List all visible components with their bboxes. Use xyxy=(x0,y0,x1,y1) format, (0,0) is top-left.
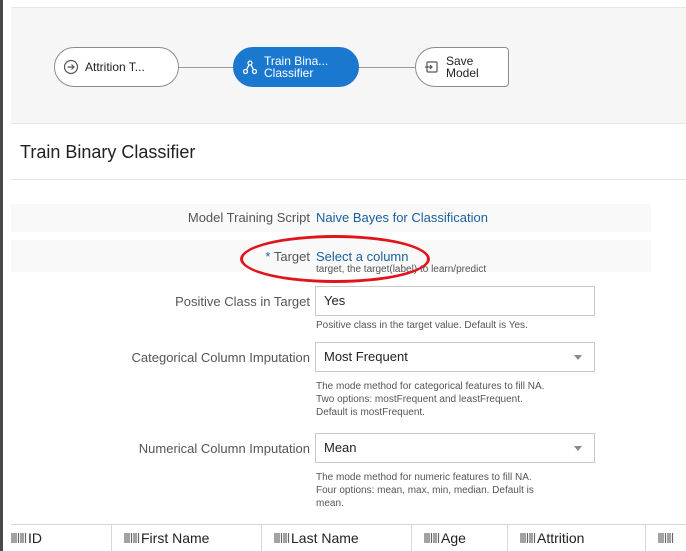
model-script-label: Model Training Script xyxy=(187,210,310,225)
barcode-column-icon xyxy=(520,533,536,543)
helper-line: The mode method for categorical features… xyxy=(316,381,545,392)
barcode-column-icon xyxy=(124,533,140,543)
categorical-imputation-helper: The mode method for categorical features… xyxy=(316,380,598,419)
positive-class-helper: Positive class in the target value. Defa… xyxy=(316,320,528,331)
window-edge xyxy=(0,0,3,551)
helper-line: Two options: mostFrequent and leastFrequ… xyxy=(316,394,523,405)
categorical-imputation-label: Categorical Column Imputation xyxy=(131,350,310,365)
flow-node-label-line2: Classifier xyxy=(264,66,314,80)
numerical-imputation-select[interactable]: Mean xyxy=(315,433,595,463)
positive-class-value: Yes xyxy=(324,293,346,308)
data-table-header: ID First Name Last Name Age Attrition xyxy=(11,525,686,551)
flow-node-label-line2: Model xyxy=(446,66,479,80)
flow-node-train-binary-classifier[interactable]: Train Bina... Classifier xyxy=(233,47,359,87)
numerical-imputation-label: Numerical Column Imputation xyxy=(138,441,310,456)
model-script-link[interactable]: Naive Bayes for Classification xyxy=(316,210,488,225)
categorical-imputation-select[interactable]: Most Frequent xyxy=(315,342,595,372)
flow-canvas[interactable]: Attrition T... Train Bina... Classifier xyxy=(11,7,686,124)
positive-class-label: Positive Class in Target xyxy=(175,294,310,309)
flow-node-save-model[interactable]: Save Model xyxy=(415,47,509,87)
save-model-icon xyxy=(424,59,440,75)
column-header-id[interactable]: ID xyxy=(11,525,111,551)
helper-line: Four options: mean, max, min, median. De… xyxy=(316,485,534,496)
title-divider xyxy=(11,179,686,180)
flow-node-label: Attrition T... xyxy=(85,60,145,74)
barcode-column-icon xyxy=(424,533,440,543)
column-header-label: Age xyxy=(441,530,466,546)
flow-node-label: Train Bina... Classifier xyxy=(264,55,328,79)
barcode-column-icon xyxy=(11,533,27,543)
highlight-ellipse xyxy=(240,235,430,283)
numerical-imputation-helper: The mode method for numeric features to … xyxy=(316,471,598,510)
helper-line: mean. xyxy=(316,498,344,509)
column-header-last-name[interactable]: Last Name xyxy=(261,525,412,551)
numerical-imputation-value: Mean xyxy=(324,440,357,455)
flow-node-label: Save Model xyxy=(446,55,479,79)
barcode-column-icon xyxy=(658,533,674,543)
app-frame: Attrition T... Train Bina... Classifier xyxy=(0,0,686,551)
positive-class-input[interactable]: Yes xyxy=(315,286,595,316)
helper-line: Default is mostFrequent. xyxy=(316,407,425,418)
column-header-label: Attrition xyxy=(537,530,585,546)
column-header-label: ID xyxy=(28,530,42,546)
column-header-label: Last Name xyxy=(291,530,359,546)
flow-connector xyxy=(179,67,233,68)
model-train-icon xyxy=(242,59,258,75)
dataset-arrow-icon xyxy=(63,59,79,75)
helper-line: The mode method for numeric features to … xyxy=(316,472,532,483)
barcode-column-icon xyxy=(274,533,290,543)
column-header-next[interactable] xyxy=(645,525,686,551)
chevron-down-icon xyxy=(574,355,582,360)
panel-title: Train Binary Classifier xyxy=(20,142,196,162)
flow-node-attrition-dataset[interactable]: Attrition T... xyxy=(54,47,179,87)
column-header-attrition[interactable]: Attrition xyxy=(507,525,646,551)
column-header-age[interactable]: Age xyxy=(411,525,508,551)
column-header-label: First Name xyxy=(141,530,210,546)
chevron-down-icon xyxy=(574,446,582,451)
categorical-imputation-value: Most Frequent xyxy=(324,349,408,364)
column-header-first-name[interactable]: First Name xyxy=(111,525,262,551)
flow-connector xyxy=(359,67,415,68)
